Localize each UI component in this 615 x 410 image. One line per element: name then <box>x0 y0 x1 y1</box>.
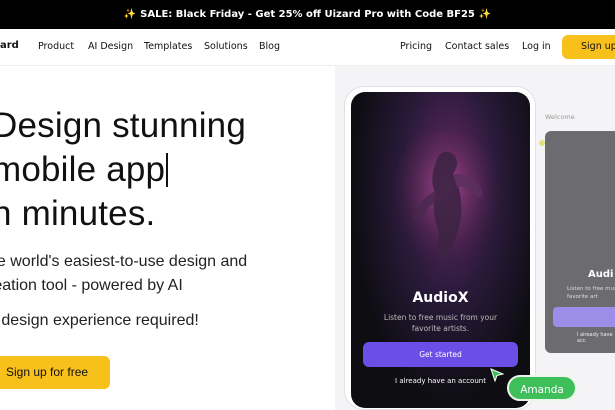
artist-figure-image <box>391 132 501 277</box>
promo-text: SALE: Black Friday - Get 25% off Uizard … <box>140 9 475 20</box>
hero-subtitle-line: he world's easiest-to-use design and <box>0 253 248 270</box>
nav-blog[interactable]: Blog <box>259 41 280 52</box>
hero-subtitle: he world's easiest-to-use design and rea… <box>0 250 247 298</box>
sparkle-icon: ✨ <box>123 9 137 20</box>
top-nav: ard Product AI Design Templates Solution… <box>0 29 615 66</box>
nav-product[interactable]: Product <box>38 41 74 52</box>
hero-note: o design experience required! <box>0 312 199 329</box>
hero-title-line: mobile app <box>0 150 166 189</box>
text-caret <box>166 153 169 187</box>
app-tagline: Listen to free music from your favorite … <box>351 312 530 334</box>
collaborator-cursor-label: Amanda <box>507 375 577 401</box>
side-screen-tagline: Listen to free music favorite art <box>567 286 615 300</box>
get-started-button[interactable]: Get started <box>363 342 518 367</box>
app-tagline-line: favorite artists. <box>411 324 470 333</box>
side-screen-preview[interactable]: Audi Listen to free music favorite art I… <box>545 131 615 353</box>
hero-title: Design stunning mobile app n minutes. <box>0 104 246 236</box>
nav-ai-design[interactable]: AI Design <box>88 41 133 52</box>
nav-contact-sales[interactable]: Contact sales <box>445 41 509 52</box>
signup-free-button[interactable]: Sign up for free <box>0 356 110 389</box>
hero-title-line: n minutes. <box>0 194 156 233</box>
side-screen-button <box>553 307 615 327</box>
app-title: AudioX <box>412 290 469 306</box>
app-tagline-line: Listen to free music from your <box>383 313 498 322</box>
hero-title-line: Design stunning <box>0 106 246 145</box>
logo[interactable]: ard <box>0 40 19 51</box>
nav-login[interactable]: Log in <box>522 41 551 52</box>
sparkle-icon: ✨ <box>478 9 492 20</box>
phone-screen: AudioX Listen to free music from your fa… <box>351 92 530 408</box>
signup-button[interactable]: Sign up <box>562 35 615 59</box>
cursor-pointer-icon <box>490 368 504 382</box>
side-screen-label: Welcome <box>545 113 575 121</box>
promo-banner[interactable]: ✨ SALE: Black Friday - Get 25% off Uizar… <box>0 0 615 29</box>
nav-templates[interactable]: Templates <box>144 41 192 52</box>
nav-solutions[interactable]: Solutions <box>204 41 248 52</box>
hero-subtitle-line: reation tool - powered by AI <box>0 277 183 294</box>
nav-pricing[interactable]: Pricing <box>400 41 432 52</box>
side-screen-link: I already have acc <box>577 332 613 344</box>
side-screen-title: Audi <box>588 269 614 280</box>
